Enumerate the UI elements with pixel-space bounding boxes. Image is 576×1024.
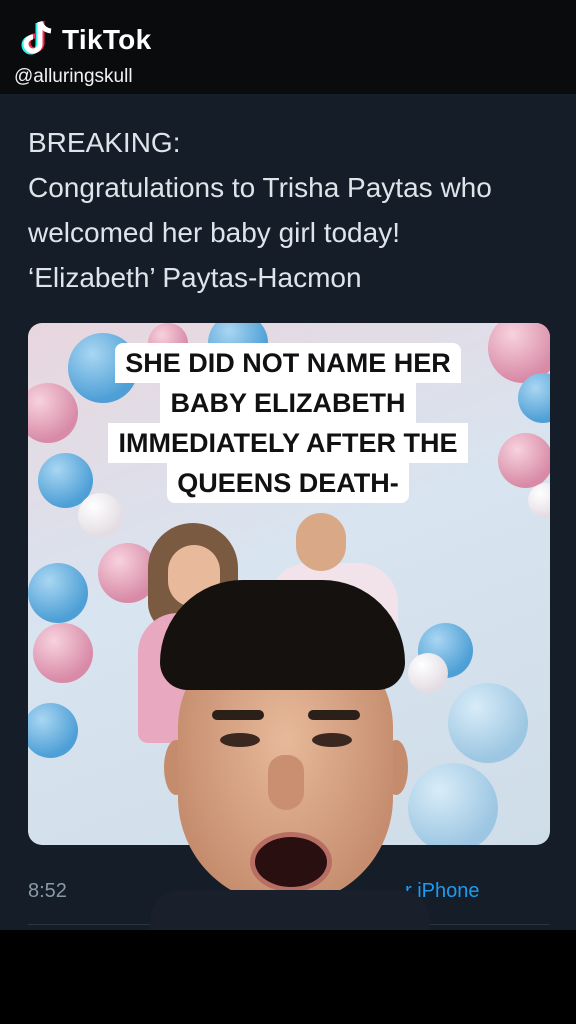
- bottom-bar: [0, 930, 576, 1024]
- tweet-line: welcomed her baby girl today!: [28, 217, 400, 248]
- tweet-timestamp: 8:52: [28, 880, 67, 902]
- creator-shirt: [150, 890, 430, 930]
- balloon: [28, 383, 78, 443]
- balloon: [28, 703, 78, 758]
- video-caption: SHE DID NOT NAME HER BABY ELIZABETH IMME…: [102, 343, 474, 503]
- creator-mouth: [250, 832, 332, 892]
- creator-brow: [308, 710, 360, 720]
- balloon: [33, 623, 93, 683]
- balloon: [28, 563, 88, 623]
- balloon: [528, 483, 550, 518]
- caption-line: BABY ELIZABETH: [160, 383, 416, 423]
- tweet-body: BREAKING: Congratulations to Trisha Payt…: [28, 120, 558, 300]
- creator-brow: [212, 710, 264, 720]
- creator-handle[interactable]: @alluringskull: [14, 66, 133, 88]
- balloon: [448, 683, 528, 763]
- caption-line: SHE DID NOT NAME HER: [115, 343, 461, 383]
- tiktok-header: TikTok @alluringskull: [0, 0, 576, 94]
- creator-eye: [312, 733, 352, 747]
- tiktok-note-icon: [21, 21, 52, 55]
- balloon: [498, 433, 550, 488]
- tweet-line: Congratulations to Trisha Paytas who: [28, 172, 492, 203]
- tweet-line: ‘Elizabeth’ Paytas-Hacmon: [28, 262, 362, 293]
- caption-line: QUEENS DEATH-: [167, 463, 409, 503]
- creator-eye: [220, 733, 260, 747]
- caption-line: IMMEDIATELY AFTER THE: [108, 423, 468, 463]
- creator-nose: [268, 755, 304, 810]
- tiktok-brand: TikTok: [62, 24, 152, 55]
- creator-hair: [160, 580, 405, 690]
- tweet-line: BREAKING:: [28, 127, 181, 158]
- creator-overlay: [140, 560, 440, 930]
